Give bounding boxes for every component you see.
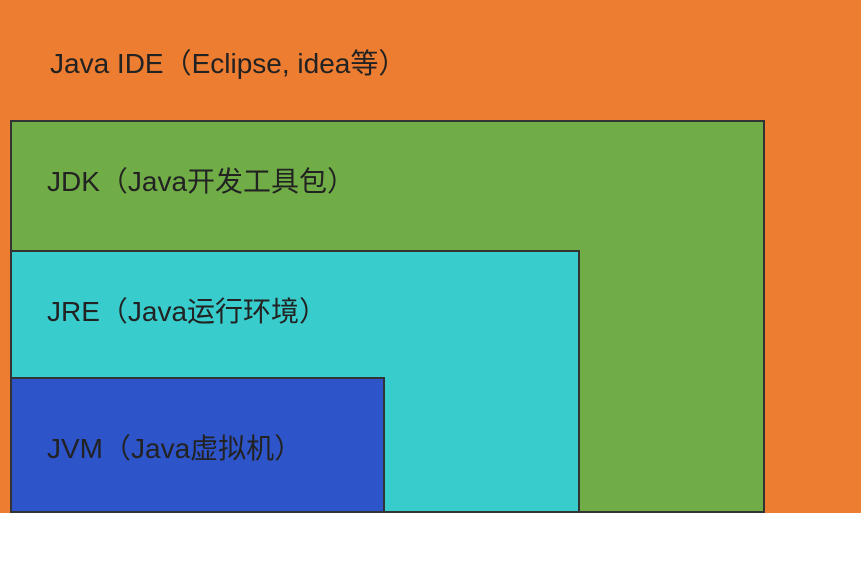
layer-ide-label: Java IDE（Eclipse, idea等）: [50, 42, 406, 82]
layer-jvm-label: JVM（Java虚拟机）: [47, 427, 302, 467]
watermark: 知乎 @LittleRain: [659, 525, 843, 557]
layer-jvm: JVM（Java虚拟机）: [10, 377, 385, 513]
layer-jdk-label: JDK（Java开发工具包）: [47, 160, 355, 200]
watermark-author: @LittleRain: [718, 530, 843, 555]
watermark-brand: 知乎: [659, 530, 705, 555]
layer-jre-label: JRE（Java运行环境）: [47, 290, 327, 330]
